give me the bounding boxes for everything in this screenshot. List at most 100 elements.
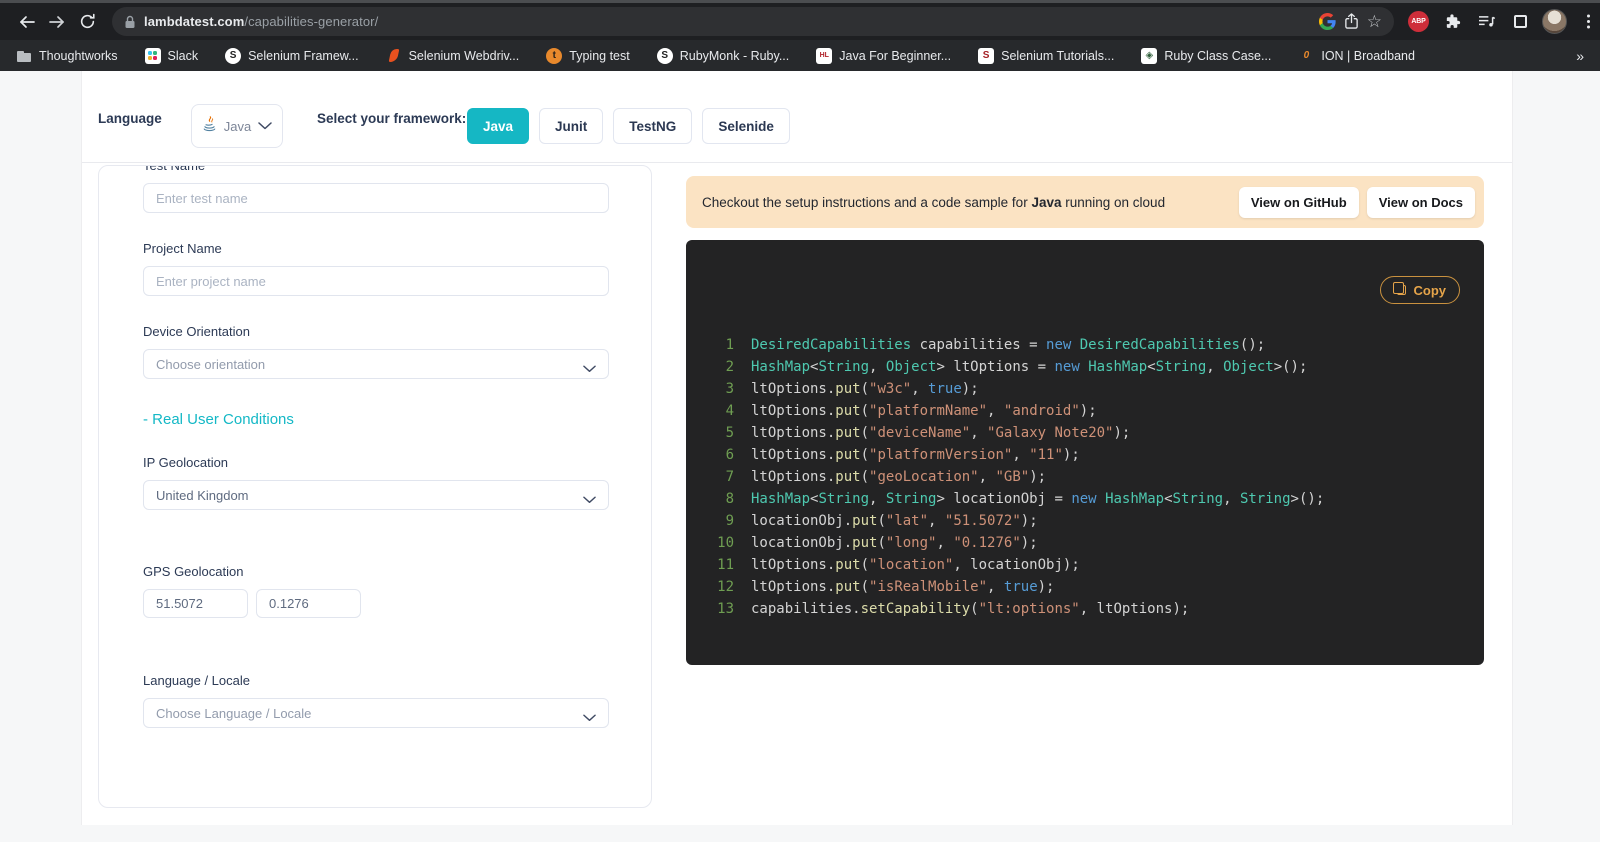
section-toggle-real-user-conditions[interactable]: - Real User Conditions (143, 411, 607, 428)
google-logo-icon[interactable] (1319, 13, 1336, 30)
code-token (1080, 359, 1088, 375)
code-text: locationObj.put("long", "0.1276"); (751, 532, 1038, 554)
extensions-puzzle-icon[interactable] (1438, 7, 1467, 36)
code-token: new (1046, 337, 1071, 353)
code-token: true (928, 381, 962, 397)
select-language-locale[interactable]: Choose Language / Locale (143, 698, 609, 728)
bookmark-typing-test[interactable]: tTyping test (546, 48, 629, 64)
input-gps-geolocation-lat[interactable]: 51.5072 (143, 589, 248, 618)
bookmark-thoughtworks[interactable]: Thoughtworks (16, 48, 118, 64)
code-token: , (1223, 491, 1240, 507)
line-number: 10 (710, 532, 734, 554)
adblock-extension-icon[interactable]: ABP (1404, 7, 1433, 36)
code-text: locationObj.put("lat", "51.5072"); (751, 510, 1038, 532)
line-number: 7 (710, 466, 734, 488)
banner-text-language: Java (1031, 195, 1061, 210)
bookmark-rubymonk-ruby[interactable]: SRubyMonk - Ruby... (657, 48, 790, 64)
bookmark-star-icon[interactable]: ☆ (1367, 13, 1382, 30)
code-token: , (869, 491, 886, 507)
banner-text-prefix: Checkout the setup instructions and a co… (702, 195, 1031, 210)
code-text: ltOptions.put("location", locationObj); (751, 554, 1080, 576)
code-token: , (987, 579, 1004, 595)
tab-switcher-icon[interactable] (1506, 7, 1535, 36)
select-ip-geolocation[interactable]: United Kingdom (143, 480, 609, 510)
reload-button[interactable] (72, 7, 102, 37)
profile-avatar[interactable] (1540, 7, 1569, 36)
bookmark-label: Ruby Class Case... (1164, 49, 1271, 63)
banner-text: Checkout the setup instructions and a co… (702, 195, 1165, 210)
code-token: Object (1223, 359, 1274, 375)
code-line: 4ltOptions.put("platformName", "android"… (710, 400, 1460, 422)
code-line: 11 ltOptions.put("location", locationObj)… (710, 554, 1460, 576)
bookmark-java-for-beginner[interactable]: HLJava For Beginner... (816, 48, 951, 64)
framework-button-junit[interactable]: Junit (539, 108, 603, 144)
input-test-name[interactable]: Enter test name (143, 183, 609, 213)
code-token: ); (1021, 513, 1038, 529)
code-token: < (1147, 359, 1155, 375)
menu-dots-icon[interactable] (1574, 7, 1600, 36)
slack-icon (145, 48, 161, 64)
code-token: ( (877, 513, 885, 529)
code-token: String (1156, 359, 1207, 375)
framework-button-selenide[interactable]: Selenide (702, 108, 790, 144)
code-token: String (886, 491, 937, 507)
view-on-docs-button[interactable]: View on Docs (1367, 187, 1475, 218)
tab-square (1514, 15, 1527, 28)
code-token: String (818, 359, 869, 375)
code-token: put (852, 513, 877, 529)
code-token: "lat" (886, 513, 928, 529)
code-token: HashMap (751, 359, 810, 375)
code-text: ltOptions.put("platformVersion", "11"); (751, 444, 1080, 466)
bookmark-selenium-framew[interactable]: SSelenium Framew... (225, 48, 358, 64)
browser-toolbar: lambdatest.com/capabilities-generator/ ☆… (0, 3, 1600, 40)
share-icon[interactable] (1344, 13, 1359, 30)
line-number: 11 (710, 554, 734, 576)
bookmark-ruby-class-case[interactable]: ◈Ruby Class Case... (1141, 48, 1271, 64)
code-line: 6 ltOptions.put("platformVersion", "11"); (710, 444, 1460, 466)
code-token (1097, 491, 1105, 507)
line-number: 6 (710, 444, 734, 466)
code-token: ); (962, 381, 979, 397)
banner-buttons: View on GitHub View on Docs (1239, 187, 1475, 218)
bookmark-selenium-tutorials[interactable]: SSelenium Tutorials... (978, 48, 1114, 64)
code-token: ); (1038, 579, 1055, 595)
input-gps-geolocation-long[interactable]: 0.1276 (256, 589, 361, 618)
code-token: "0.1276" (953, 535, 1020, 551)
chevron-down-icon (258, 117, 272, 135)
language-select[interactable]: Java (191, 104, 283, 148)
code-token: ltOptions. (751, 425, 835, 441)
code-token: ( (861, 447, 869, 463)
line-number: 13 (710, 598, 734, 620)
field-label-project-name: Project Name (143, 241, 607, 256)
playlist-extension-icon[interactable] (1472, 7, 1501, 36)
line-number: 9 (710, 510, 734, 532)
framework-button-testng[interactable]: TestNG (613, 108, 692, 144)
back-button[interactable] (12, 7, 42, 37)
bookmark-label: Slack (168, 49, 199, 63)
view-on-github-button[interactable]: View on GitHub (1239, 187, 1359, 218)
line-number: 3 (710, 378, 734, 400)
code-token: put (835, 557, 860, 573)
select-value-ip-geolocation: United Kingdom (156, 488, 249, 503)
forward-button[interactable] (42, 7, 72, 37)
selenium-framework-icon: S (225, 48, 241, 64)
code-text: ltOptions.put("w3c", true); (751, 378, 979, 400)
code-token: < (1164, 491, 1172, 507)
page-background: Language Java Select your framework: Jav… (0, 71, 1600, 842)
bookmark-ion-broadband[interactable]: 0ION | Broadband (1298, 48, 1415, 64)
header-divider (82, 162, 1512, 163)
framework-button-java[interactable]: Java (467, 108, 529, 144)
flame-icon-shape (388, 49, 399, 62)
bookmarks-overflow-chevron[interactable]: » (1576, 48, 1584, 64)
folder-icon (16, 48, 32, 64)
bookmark-slack[interactable]: Slack (145, 48, 199, 64)
code-line: 12ltOptions.put("isRealMobile", true); (710, 576, 1460, 598)
select-device-orientation[interactable]: Choose orientation (143, 349, 609, 379)
code-token: put (835, 425, 860, 441)
copy-button[interactable]: Copy (1380, 276, 1461, 304)
address-bar[interactable]: lambdatest.com/capabilities-generator/ ☆ (112, 7, 1394, 36)
input-project-name[interactable]: Enter project name (143, 266, 609, 296)
code-token: ( (861, 403, 869, 419)
code-token: put (835, 579, 860, 595)
bookmark-selenium-webdriv[interactable]: Selenium Webdriv... (386, 48, 520, 64)
